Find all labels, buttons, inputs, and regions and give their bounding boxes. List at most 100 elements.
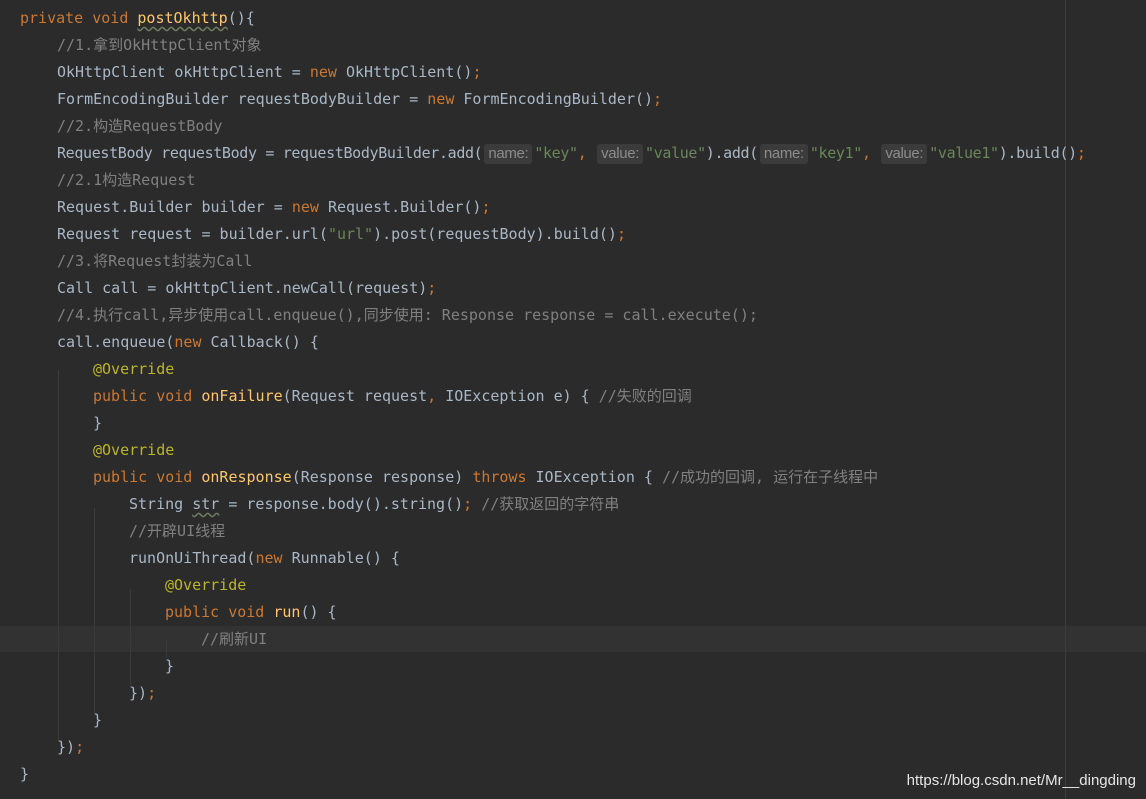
code-line-15: public void onFailure(Request request, I… [93,383,692,410]
code-text: }) [129,684,148,702]
annotation: @Override [93,441,175,459]
comment: //2.1构造Request [57,171,196,189]
code-line-24: //刷新UI [201,626,267,653]
semicolon: ; [147,684,157,702]
string-literal: "value" [645,144,706,162]
keyword: new [255,549,292,567]
code-text: OkHttpClient okHttpClient = [57,63,310,81]
indent-guide [58,370,59,740]
string-literal: "url" [327,225,374,243]
code-editor[interactable]: private void postOkhttp(){ //1.拿到OkHttpC… [0,0,1146,799]
annotation: @Override [165,576,247,594]
code-line-14: @Override [93,356,174,383]
semicolon: ; [463,495,482,513]
current-line-highlight [0,626,1146,652]
comment: //3.将Request封装为Call [57,252,253,270]
code-text: } [165,657,175,675]
indent-guide [130,589,131,685]
parameter-hint: name: [759,144,808,164]
comma: , [427,387,446,405]
code-text: String [129,495,193,513]
code-text: (){ [227,9,255,27]
method-name: onResponse [201,468,292,486]
comment: //失败的回调 [598,387,692,405]
code-line-3: OkHttpClient okHttpClient = new OkHttpCl… [57,59,481,86]
code-text: (Response response) [291,468,473,486]
code-text: ).post(requestBody).build() [373,225,617,243]
code-text: } [20,765,30,783]
code-line-5: //2.构造RequestBody [57,113,222,140]
comment: //4.执行call,异步使用call.enqueue(),同步使用: Resp… [57,306,758,324]
comment: //1.拿到OkHttpClient对象 [57,36,262,54]
keyword: throws [472,468,536,486]
semicolon: ; [472,63,482,81]
string-literal: "key1" [809,144,862,162]
string-literal: "key" [534,144,578,162]
string-literal: "value1" [929,144,999,162]
comma: , [861,144,880,162]
code-line-26: }); [129,680,156,707]
comment: //刷新UI [201,630,268,648]
code-text: } [93,414,103,432]
code-line-13: call.enqueue(new Callback() { [57,329,319,356]
code-line-28: }); [57,734,84,761]
code-line-29: } [20,761,29,788]
keyword: new [427,90,464,108]
parameter-hint: value: [597,144,644,164]
code-line-10: //3.将Request封装为Call [57,248,252,275]
parameter-hint: name: [484,144,533,164]
code-line-16: } [93,410,102,437]
method-name: onFailure [201,387,283,405]
code-text: call.enqueue( [57,333,175,351]
code-line-7: //2.1构造Request [57,167,195,194]
semicolon: ; [1076,144,1086,162]
code-line-12: //4.执行call,异步使用call.enqueue(),同步使用: Resp… [57,302,758,329]
semicolon: ; [75,738,85,756]
keyword: new [309,63,346,81]
comma: , [577,144,596,162]
code-line-25: } [165,653,174,680]
code-text: Request.Builder() [327,198,482,216]
comment: //获取返回的字符串 [481,495,620,513]
code-line-22: @Override [165,572,246,599]
code-line-20: //开辟UI线程 [129,518,225,545]
keyword: public void [93,387,202,405]
semicolon: ; [481,198,491,216]
comment: //2.构造RequestBody [57,117,223,135]
code-text: FormEncodingBuilder() [463,90,654,108]
code-text: } [93,711,103,729]
variable-name: str [192,495,220,513]
code-line-27: } [93,707,102,734]
code-line-6: RequestBody requestBody = requestBodyBui… [57,140,1086,167]
keyword: public void [165,603,274,621]
code-line-1: private void postOkhttp(){ [20,5,255,32]
code-text: ).build() [998,144,1077,162]
code-line-19: String str = response.body().string(); /… [129,491,619,518]
code-line-9: Request request = builder.url("url").pos… [57,221,626,248]
code-text: IOException e) { [445,387,599,405]
code-text: FormEncodingBuilder requestBodyBuilder = [57,90,428,108]
code-line-4: FormEncodingBuilder requestBodyBuilder =… [57,86,662,113]
code-text: RequestBody requestBody = requestBodyBui… [57,144,483,162]
code-text: OkHttpClient() [346,63,473,81]
semicolon: ; [427,279,437,297]
code-text: Request request = builder.url( [57,225,328,243]
annotation: @Override [93,360,175,378]
semicolon: ; [653,90,663,108]
code-line-8: Request.Builder builder = new Request.Bu… [57,194,491,221]
code-text: }) [57,738,76,756]
code-text: ).add( [705,144,758,162]
code-text: Callback() { [210,333,319,351]
keyword: private void [20,9,138,27]
code-text: Call call = okHttpClient.newCall(request… [57,279,428,297]
code-text: runOnUiThread( [129,549,256,567]
semicolon: ; [616,225,626,243]
code-line-21: runOnUiThread(new Runnable() { [129,545,400,572]
keyword: new [174,333,211,351]
keyword: public void [93,468,202,486]
code-text: Request.Builder builder = [57,198,292,216]
code-line-11: Call call = okHttpClient.newCall(request… [57,275,436,302]
code-text: IOException { [535,468,662,486]
code-line-23: public void run() { [165,599,337,626]
indent-guide [94,508,95,713]
